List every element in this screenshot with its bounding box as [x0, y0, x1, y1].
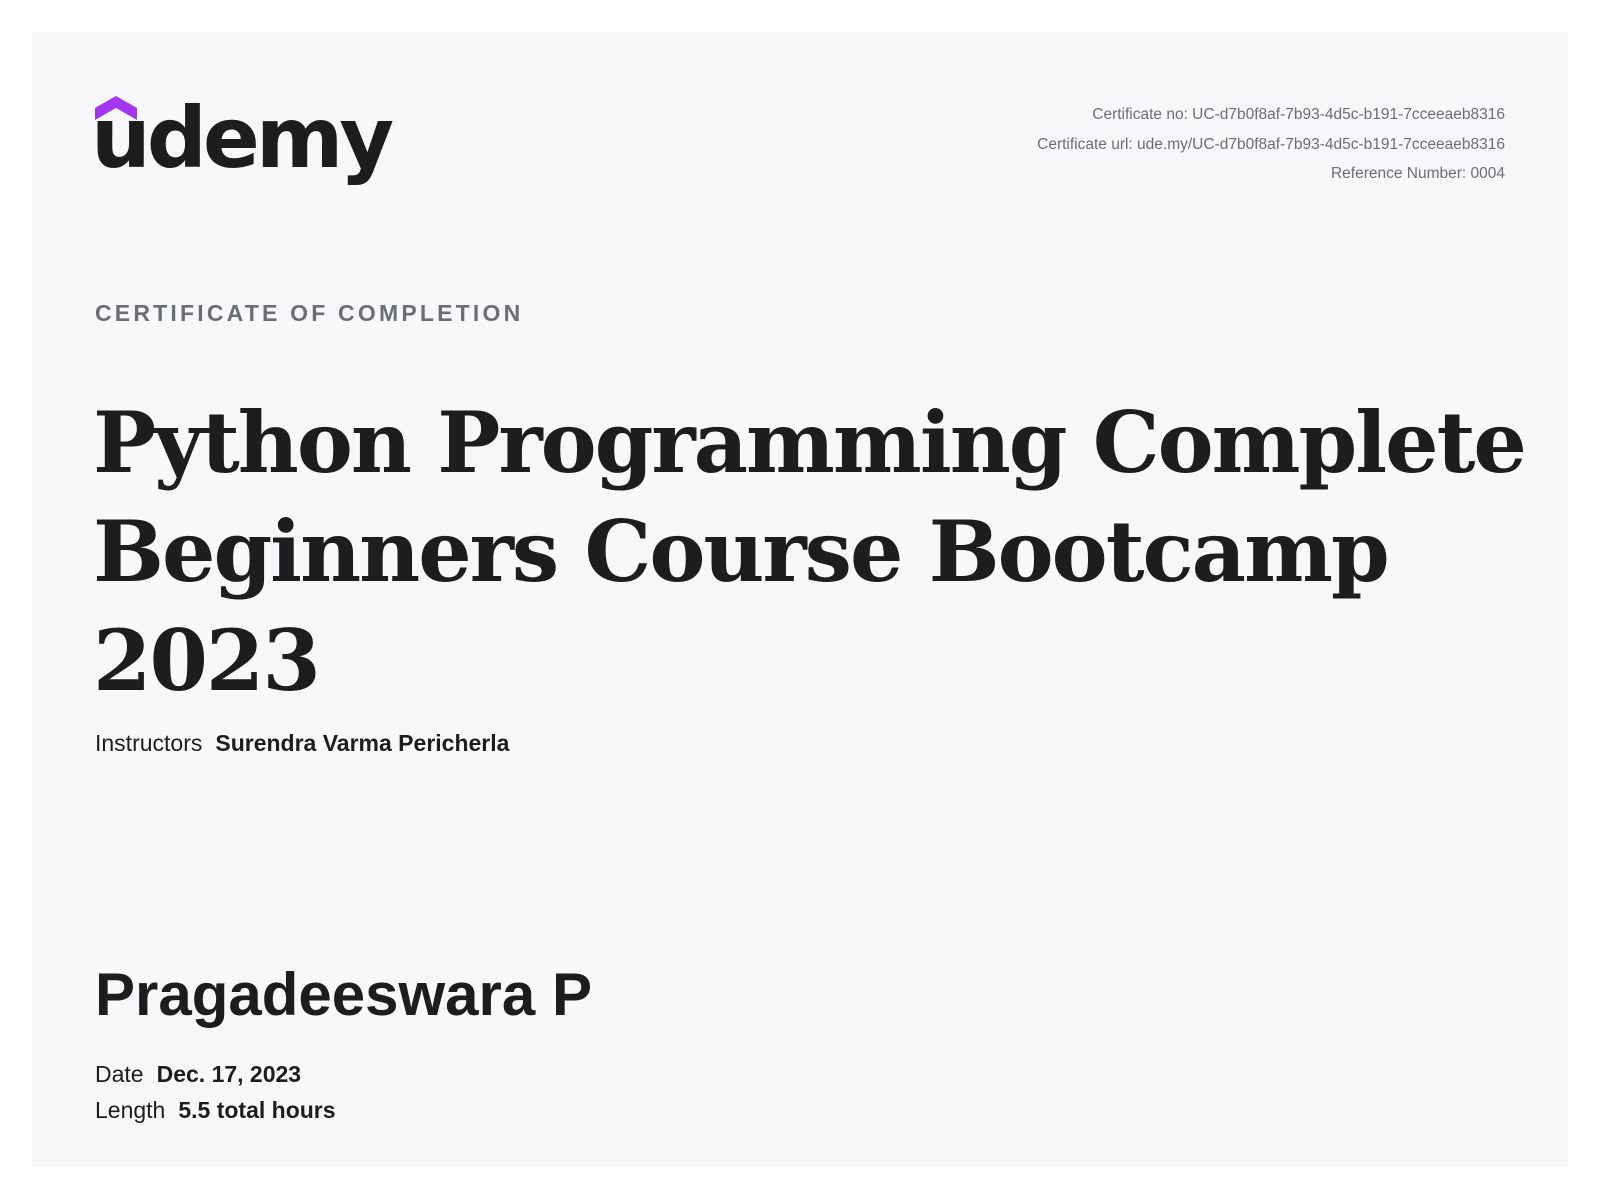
instructor-name: Surendra Varma Pericherla: [215, 730, 510, 756]
certificate-type-label: CERTIFICATE OF COMPLETION: [95, 300, 524, 326]
certificate-number: Certificate no: UC-d7b0f8af-7b93-4d5c-b1…: [1092, 106, 1505, 123]
course-title: Python Programming Complete Beginners Co…: [93, 393, 1527, 710]
reference-number: Reference Number: 0004: [1330, 165, 1505, 182]
length-value: 5.5 total hours: [178, 1097, 336, 1123]
date-value: Dec. 17, 2023: [156, 1061, 302, 1087]
length-line: Length 5.5 total hours: [95, 1097, 336, 1124]
date-line: Date Dec. 17, 2023: [95, 1061, 301, 1088]
instructors-line: Instructors Surendra Varma Pericherla: [95, 730, 509, 757]
certificate-url: Certificate url: ude.my/UC-d7b0f8af-7b93…: [1037, 135, 1505, 153]
udemy-logo: udemy: [91, 96, 394, 196]
length-label: Length: [95, 1097, 166, 1123]
certificate-card: udemy Certificate no: UC-d7b0f8af-7b93-4…: [32, 32, 1568, 1167]
instructors-label: Instructors: [95, 730, 203, 756]
certificate-meta: Certificate no: UC-d7b0f8af-7b93-4d5c-b1…: [1037, 100, 1505, 189]
recipient-name: Pragadeeswara P: [95, 961, 592, 1028]
date-label: Date: [95, 1061, 144, 1087]
logo-wordmark: udemy: [91, 89, 394, 187]
